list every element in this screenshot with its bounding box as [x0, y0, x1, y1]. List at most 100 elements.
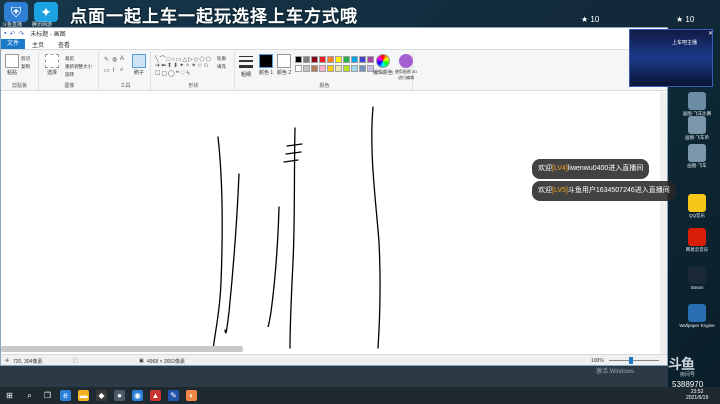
desktop-shortcut[interactable]: Steam	[676, 266, 718, 290]
start-icon[interactable]: ⊞	[4, 390, 15, 401]
chat-toast: 欢迎[LV5]斗鱼用户1634507246进入直播间	[532, 181, 676, 201]
brush-button[interactable]: 刷子	[132, 54, 146, 76]
close-icon[interactable]: ✕	[708, 30, 713, 37]
color-swatch[interactable]	[303, 65, 310, 72]
promo-text: 上车吧主播	[672, 40, 698, 46]
color-swatch[interactable]	[311, 56, 318, 63]
color-swatch[interactable]	[359, 56, 366, 63]
obs-icon[interactable]: ●	[114, 390, 125, 401]
group-label: 图像	[64, 83, 75, 89]
color-swatch[interactable]	[295, 65, 302, 72]
outline-button[interactable]: 轮廓	[217, 56, 226, 62]
paste-button[interactable]: 粘贴	[5, 54, 19, 76]
pencil-icon[interactable]: ✎	[104, 56, 109, 63]
stroke	[224, 173, 240, 334]
color-swatch[interactable]	[343, 65, 350, 72]
shapes-group: ╲⌒□○▭△▷◇⬠⬡ ➔⬅⬆⬇✦✧✶☆✩ ☐▢◯❝♡ϟ 轮廓 填充 形状	[153, 52, 235, 90]
rotate-button[interactable]: 旋转	[65, 72, 74, 78]
eraser-icon[interactable]: ▭	[104, 67, 110, 74]
search-icon[interactable]: ⌕	[24, 390, 35, 401]
color-swatch[interactable]	[319, 56, 326, 63]
fill-bucket-icon[interactable]: ◍	[112, 56, 117, 63]
qq-music-icon	[688, 194, 706, 212]
color-swatch[interactable]	[303, 56, 310, 63]
colors-group: 粗细 颜色 1 颜色 2 编辑颜色 使用画图 3D 进行编辑 颜色	[237, 52, 417, 90]
image-group: 选择 裁剪 重新调整大小 旋转 图像	[41, 52, 99, 90]
paint-doc-icon	[688, 116, 706, 134]
stroke	[371, 106, 381, 349]
canvas-size: 4968 × 2652像素	[147, 359, 185, 365]
desktop-shortcut[interactable]: 画图-飞车比赛	[676, 92, 718, 116]
color-swatch[interactable]	[335, 56, 342, 63]
stroke	[285, 151, 302, 155]
group-label: 剪贴板	[11, 83, 27, 89]
save-icon[interactable]: ▪	[4, 30, 6, 38]
color-swatch[interactable]	[319, 65, 326, 72]
color-swatch[interactable]	[335, 65, 342, 72]
windows-activation-watermark: 激活 Windows	[596, 369, 635, 375]
vertical-scrollbar[interactable]	[660, 92, 667, 354]
task-view-icon[interactable]: ❐	[42, 390, 53, 401]
qq-icon[interactable]: ◉	[132, 390, 143, 401]
color-picker-icon[interactable]: ⌇	[112, 67, 115, 74]
status-bar: ✛ 720, 304像素 ⬚ ▣ 4968 × 2652像素 100%	[1, 354, 667, 365]
stroke	[283, 159, 299, 163]
tab-file[interactable]: 文件	[1, 39, 26, 49]
drawing-canvas[interactable]	[1, 92, 667, 354]
douyu-icon[interactable]: ◐	[186, 390, 197, 401]
resize-button[interactable]: 重新调整大小	[65, 64, 92, 70]
ribbon-tabs: 文件 主页 查看	[1, 39, 667, 49]
browser-icon[interactable]: e	[60, 390, 71, 401]
quick-access-toolbar: ▪ ↶ ↷	[4, 30, 24, 38]
color-swatch[interactable]	[311, 65, 318, 72]
desktop-shortcut[interactable]: QQ音乐	[676, 194, 718, 218]
edit-colors-button[interactable]: 编辑颜色	[373, 54, 393, 76]
desktop-shortcut-label: 画图-飞车	[687, 163, 707, 168]
color-swatch[interactable]	[351, 56, 358, 63]
color-swatch[interactable]	[351, 65, 358, 72]
color-swatch[interactable]	[327, 56, 334, 63]
folder-icon[interactable]: ▬	[78, 390, 89, 401]
desktop-shortcut[interactable]: Wallpaper Engine	[676, 304, 718, 328]
fill-button[interactable]: 填充	[217, 64, 226, 70]
bird-app-icon[interactable]: ✦	[34, 2, 58, 22]
redo-icon[interactable]: ↷	[18, 30, 24, 38]
desktop-shortcut[interactable]: 网易云音乐	[676, 228, 718, 252]
select-button[interactable]: 选择	[45, 54, 59, 76]
game-icon[interactable]: ▲	[150, 390, 161, 401]
undo-icon[interactable]: ↶	[9, 30, 15, 38]
group-label: 颜色	[319, 83, 330, 89]
copy-button[interactable]: 复制	[21, 64, 30, 70]
shapes-gallery-row3[interactable]: ☐▢◯❝♡ϟ	[155, 70, 191, 77]
desktop-shortcut[interactable]: 画图-飞车	[676, 144, 718, 168]
color1-button[interactable]: 颜色 1	[259, 54, 273, 76]
shapes-gallery-row2[interactable]: ➔⬅⬆⬇✦✧✶☆✩	[155, 62, 210, 69]
zoom-level: 100%	[591, 358, 604, 364]
text-icon[interactable]: A	[120, 56, 124, 62]
color-swatch[interactable]	[327, 65, 334, 72]
tab-view[interactable]: 查看	[51, 40, 77, 49]
crop-button[interactable]: 裁剪	[65, 56, 74, 62]
color2-button[interactable]: 颜色 2	[277, 54, 291, 76]
paint-icon[interactable]: ✎	[168, 390, 179, 401]
shield-app-icon[interactable]: ⛨	[4, 2, 28, 22]
magnifier-icon[interactable]: ⌕	[120, 67, 123, 74]
tab-home[interactable]: 主页	[25, 40, 51, 49]
ribbon: 粘贴 剪切 复制 剪贴板 选择 裁剪 重新调整大小 旋转 图像 ✎ ◍ A ▭ …	[1, 49, 667, 91]
color-swatch[interactable]	[295, 56, 302, 63]
desktop-lower-strip	[0, 366, 668, 387]
desktop-shortcut[interactable]: 画图-飞车单	[676, 116, 718, 140]
size-button[interactable]: 粗细	[239, 56, 253, 78]
color-swatch[interactable]	[359, 65, 366, 72]
paint3d-button[interactable]: 使用画图 3D 进行编辑	[393, 54, 419, 81]
app-icon[interactable]: ◆	[96, 390, 107, 401]
zoom-slider-track[interactable]	[609, 360, 659, 361]
desktop-shortcut-label: 网易云音乐	[685, 247, 709, 252]
stroke	[212, 136, 223, 351]
cut-button[interactable]: 剪切	[21, 56, 30, 62]
color-swatch[interactable]	[343, 56, 350, 63]
paint-titlebar: ▪ ↶ ↷ 未标题 - 画图	[1, 28, 667, 39]
horizontal-scrollbar[interactable]	[1, 346, 243, 352]
zoom-slider-thumb[interactable]	[629, 357, 633, 364]
promo-banner[interactable]	[629, 29, 713, 87]
